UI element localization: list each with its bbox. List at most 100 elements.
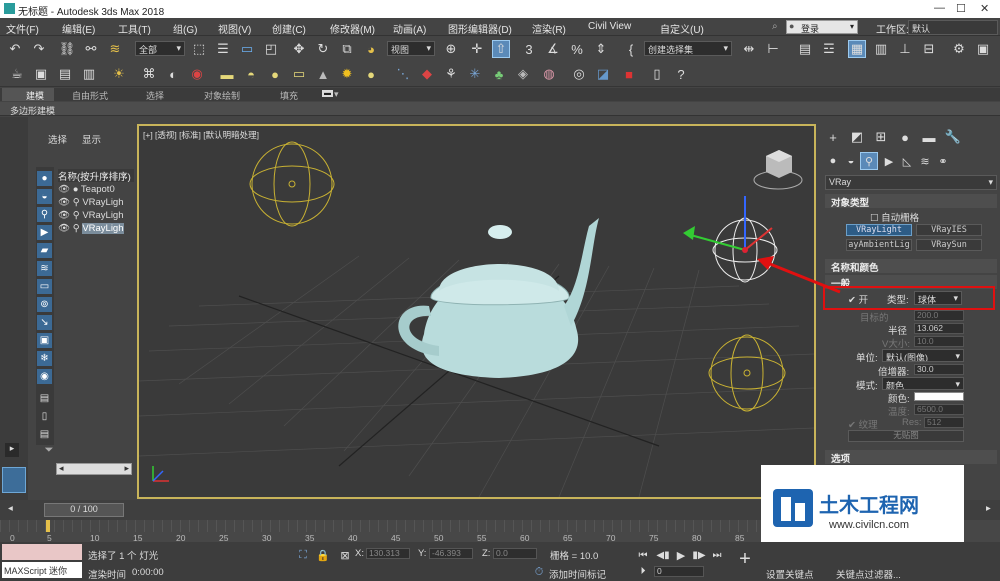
ambient-light-icon[interactable]: ●: [362, 65, 380, 83]
spinner-snap-icon[interactable]: ⇕: [592, 40, 610, 58]
curve-editor-icon[interactable]: ▥: [872, 40, 890, 58]
search-icon[interactable]: ⌕: [772, 21, 778, 32]
display-particles-icon[interactable]: ❄: [37, 351, 52, 366]
tab-modeling[interactable]: 建模: [26, 89, 44, 102]
eye-icon[interactable]: 👁: [58, 223, 70, 234]
rectangular-selection-icon[interactable]: ▭: [238, 40, 256, 58]
vfb-icon[interactable]: ▯: [648, 65, 666, 83]
plane-icon[interactable]: ▬: [218, 65, 236, 83]
set-key-button[interactable]: 设置关键点: [766, 567, 814, 581]
explorer-column-header[interactable]: 名称(按升序排序): [58, 169, 134, 182]
named-selection-set-dropdown[interactable]: 创建选择集 ▾: [644, 41, 732, 56]
shell-icon[interactable]: ◍: [540, 65, 558, 83]
vraysun-button[interactable]: VRaySun: [916, 239, 982, 251]
snaps-toggle-icon[interactable]: 3: [520, 40, 538, 58]
display-frozen-icon[interactable]: ◉: [37, 369, 52, 384]
list-item[interactable]: 👁 ● Teapot0: [58, 184, 134, 197]
tab-object-paint[interactable]: 对象绘制: [204, 89, 240, 102]
helpers-category-icon[interactable]: ◺: [898, 152, 916, 170]
sphere-light-icon[interactable]: ●: [266, 65, 284, 83]
menu-customize[interactable]: 自定义(U): [660, 21, 704, 36]
link-icon[interactable]: ⛓: [58, 40, 76, 58]
rendered-frame-window-icon[interactable]: ▣: [974, 40, 992, 58]
y-coordinate-field[interactable]: -46.393: [429, 548, 473, 559]
perspective-viewport[interactable]: [+] [透视] [标准] [默认明暗处理]: [137, 124, 816, 499]
chevron-right-icon[interactable]: ▸: [124, 463, 129, 474]
light-gizmo-top-left[interactable]: [249, 141, 335, 227]
display-helpers-icon[interactable]: ▰: [37, 243, 52, 258]
render-frame-icon[interactable]: ▣: [32, 65, 50, 83]
reference-coordinate-dropdown[interactable]: 视图 ▾: [387, 41, 435, 56]
display-tab-icon[interactable]: ▬: [920, 128, 938, 146]
key-filters-button[interactable]: 关键点过滤器...: [836, 567, 901, 581]
select-manipulate-icon[interactable]: ✛: [468, 40, 486, 58]
menu-civil-view[interactable]: Civil View: [588, 21, 631, 32]
add-key-icon[interactable]: +: [736, 548, 754, 570]
pivot-center-icon[interactable]: ⊕: [442, 40, 460, 58]
light-lister-icon[interactable]: ☀: [110, 65, 128, 83]
menu-modifiers[interactable]: 修改器(M): [330, 21, 375, 36]
display-xrefs-icon[interactable]: ⊚: [37, 297, 52, 312]
toggle-ribbon-icon[interactable]: ☲: [820, 40, 838, 58]
target-spinner[interactable]: 200.0: [914, 310, 964, 321]
on-checkbox[interactable]: ✔ 开: [848, 292, 868, 306]
temperature-spinner[interactable]: 6500.0: [914, 404, 964, 415]
unlink-icon[interactable]: ⚯: [82, 40, 100, 58]
menu-rendering[interactable]: 渲染(R): [532, 21, 566, 36]
plant-icon[interactable]: ♣: [490, 65, 508, 83]
isolate-selection-icon[interactable]: ⛶: [294, 546, 312, 564]
display-spacewarps-icon[interactable]: ≋: [37, 261, 52, 276]
list-item[interactable]: 👁 ⚲ VRayLigh: [58, 223, 134, 236]
filter-icon[interactable]: ⏷: [40, 441, 58, 459]
geometry-category-icon[interactable]: ●: [824, 152, 842, 170]
create-tab-icon[interactable]: +: [824, 128, 842, 146]
radius-spinner[interactable]: 13.062: [914, 323, 964, 334]
light-gizmo-bottom-right[interactable]: [708, 334, 786, 412]
maxscript-mini-listener[interactable]: MAXScript 迷你: [2, 562, 82, 578]
maximize-button[interactable]: ☐: [956, 2, 966, 15]
eye-icon[interactable]: 👁: [58, 197, 70, 208]
chevron-down-icon[interactable]: ▾: [334, 89, 339, 100]
percent-snap-icon[interactable]: %: [568, 40, 586, 58]
tab-selection[interactable]: 选择: [146, 89, 164, 102]
redo-icon[interactable]: ↷: [30, 40, 48, 58]
explorer-scrollbar[interactable]: ◂ ▸: [56, 463, 132, 475]
units-dropdown[interactable]: 默认(图像) ▾: [882, 349, 964, 362]
frame-buffer-icon[interactable]: ▥: [80, 65, 98, 83]
spacewarps-category-icon[interactable]: ≋: [916, 152, 934, 170]
shapes-category-icon[interactable]: ◒: [842, 152, 860, 170]
systems-category-icon[interactable]: ⚭: [934, 152, 952, 170]
placement-icon[interactable]: ◕: [362, 40, 380, 58]
viewport-layout-icon[interactable]: [2, 467, 26, 493]
list-item[interactable]: 👁 ⚲ VRayLigh: [58, 210, 134, 223]
x-coordinate-field[interactable]: 130.313: [366, 548, 410, 559]
display-none-icon[interactable]: ▯: [37, 409, 52, 424]
workspace-dropdown[interactable]: 默认: [908, 20, 998, 35]
proxy-icon[interactable]: ◆: [418, 65, 436, 83]
grid-icon[interactable]: ⋱: [394, 65, 412, 83]
modify-tab-icon[interactable]: ◩: [848, 128, 866, 146]
menu-view[interactable]: 视图(V): [218, 21, 251, 36]
chevron-left-icon[interactable]: ◂: [8, 503, 13, 514]
color-swatch[interactable]: [914, 392, 964, 401]
menu-animation[interactable]: 动画(A): [393, 21, 426, 36]
camera-icon[interactable]: ⌘: [140, 65, 158, 83]
previous-frame-icon[interactable]: ◀▮: [654, 546, 672, 564]
mesh-light-icon[interactable]: ▭: [290, 65, 308, 83]
select-move-icon[interactable]: ✥: [290, 40, 308, 58]
eye-icon[interactable]: 👁: [58, 210, 70, 221]
motion-tab-icon[interactable]: ●: [896, 128, 914, 146]
selected-light-gizmo[interactable]: [683, 196, 778, 283]
ribbon-options-icon[interactable]: ▬: [322, 90, 333, 97]
light-shape-dropdown[interactable]: 球体 ▾: [914, 291, 962, 305]
help-icon[interactable]: ?: [672, 65, 690, 83]
multiplier-spinner[interactable]: 30.0: [914, 364, 964, 375]
bind-spacewarp-icon[interactable]: ≋: [106, 40, 124, 58]
key-mode-icon[interactable]: ⏵: [634, 562, 652, 580]
explorer-select-menu[interactable]: 选择: [48, 132, 67, 146]
render-setup-icon[interactable]: ▤: [56, 65, 74, 83]
vrayambientlight-button[interactable]: ayAmbientLig: [846, 239, 912, 251]
undo-icon[interactable]: ↶: [6, 40, 24, 58]
display-shapes-icon[interactable]: ◒: [37, 189, 52, 204]
sun-icon[interactable]: ✹: [338, 65, 356, 83]
